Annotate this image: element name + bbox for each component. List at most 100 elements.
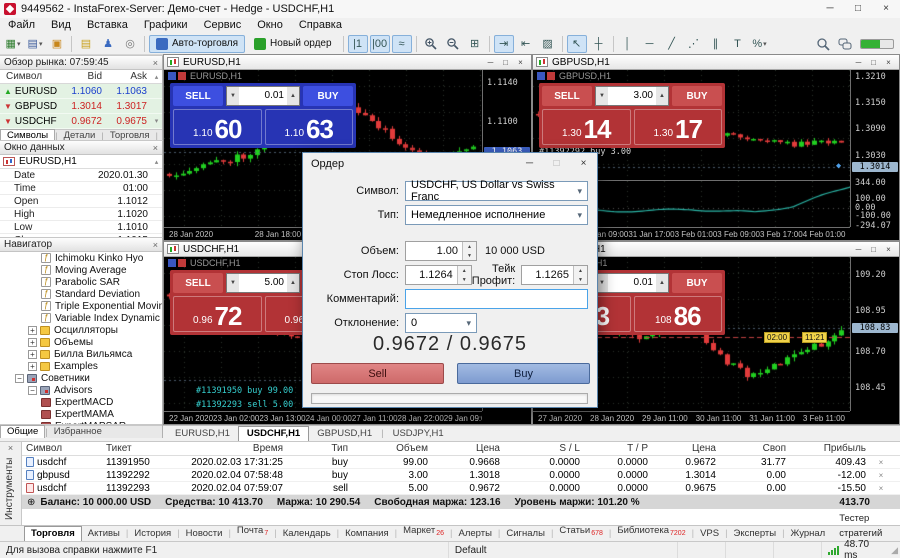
spin-down-icon[interactable]: ▼ — [463, 251, 476, 260]
data-window-symbol-row[interactable]: EURUSD,H1▴ — [0, 155, 162, 169]
terminal-tab-2[interactable]: Активы — [82, 527, 126, 541]
terminal-row[interactable]: gbpusd113922922020.02.04 07:58:48buy3.00… — [22, 469, 900, 482]
minimize-icon[interactable]: ─ — [816, 0, 844, 18]
close-position-icon[interactable]: × — [870, 484, 892, 493]
spin-down-icon[interactable]: ▼ — [574, 275, 587, 284]
navigator-item[interactable]: +Объемы — [0, 336, 162, 348]
strategy-tester-link[interactable]: Тестер стратегий — [831, 511, 900, 541]
dialog-minimize-icon[interactable]: ─ — [516, 153, 543, 175]
buy-price[interactable]: 1.1063 — [265, 109, 354, 145]
terminal-tab-6[interactable]: Календарь — [277, 527, 337, 541]
fibonacci-icon[interactable]: ⋰ — [684, 35, 704, 53]
col-header[interactable]: S / L — [504, 443, 584, 454]
spin-up-icon[interactable]: ▲ — [458, 266, 471, 275]
plus-circle-icon[interactable]: ⊕ — [27, 497, 35, 508]
close-icon[interactable]: × — [513, 58, 528, 67]
minimize-icon[interactable]: ─ — [483, 58, 498, 67]
sell-price[interactable]: 1.1060 — [173, 109, 262, 145]
terminal-tab-5[interactable]: Почта7 — [231, 524, 274, 541]
terminal-tab-4[interactable]: Новости — [180, 527, 229, 541]
terminal-tab-3[interactable]: История — [128, 527, 177, 541]
navigator-item[interactable]: +Examples — [0, 360, 162, 372]
volume-stepper[interactable]: ▼5.00▲ — [226, 273, 300, 293]
horizontal-line-icon[interactable]: ─ — [640, 35, 660, 53]
col-header[interactable]: Прибыль — [790, 443, 870, 454]
shapes-icon[interactable]: %▾ — [750, 35, 770, 53]
volume-stepper[interactable]: ▼0.01▲ — [226, 86, 300, 106]
comment-input[interactable] — [405, 289, 588, 309]
terminal-tab-8[interactable]: Маркет26 — [397, 524, 450, 541]
menu-insert[interactable]: Вставка — [79, 18, 136, 33]
chart-title-bar[interactable]: GBPUSD,H1─□× — [533, 55, 899, 70]
market-watch-row[interactable]: ▲EURUSD1.10601.1063 — [0, 84, 162, 99]
menu-view[interactable]: Вид — [43, 18, 79, 33]
market-watch-tab-3[interactable]: Торговля — [104, 130, 156, 140]
volume-down-icon[interactable]: ▼ — [227, 87, 239, 105]
order-dialog-title-bar[interactable]: Ордер ─ □ × — [303, 153, 597, 175]
col-header[interactable]: Время — [157, 443, 287, 454]
terminal-tab-14[interactable]: Эксперты — [728, 527, 783, 541]
maximize-icon[interactable]: □ — [844, 0, 872, 18]
templates-icon[interactable]: ▨ — [538, 35, 558, 53]
col-header[interactable]: Объем — [352, 443, 432, 454]
navigator-item[interactable]: ƒIchimoku Kinko Hyo — [0, 252, 162, 264]
minimize-icon[interactable]: ─ — [851, 245, 866, 254]
close-icon[interactable]: × — [881, 245, 896, 254]
navigator-tab-2[interactable]: Избранное — [48, 426, 108, 438]
sell-button[interactable]: Sell — [311, 363, 444, 384]
terminal-tab-13[interactable]: VPS — [694, 527, 725, 541]
market-watch-row[interactable]: ▼GBPUSD1.30141.3017 — [0, 99, 162, 114]
terminal-row[interactable]: usdchf113919502020.02.03 17:31:25buy99.0… — [22, 456, 900, 469]
deviation-select[interactable]: 0 ▾ — [405, 313, 477, 333]
terminal-tab-12[interactable]: Библиотека7202 — [611, 524, 691, 541]
buy-price[interactable]: 10886 — [634, 296, 723, 332]
status-profile[interactable]: Default — [449, 542, 678, 558]
scroll-up-icon[interactable]: ▴ — [151, 158, 162, 166]
sell-button[interactable]: SELL — [173, 86, 223, 106]
buy-button[interactable]: Buy — [457, 363, 590, 384]
terminal-tab-11[interactable]: Статьи678 — [553, 524, 608, 541]
volume-up-icon[interactable]: ▲ — [656, 87, 668, 105]
close-position-icon[interactable]: × — [870, 471, 892, 480]
navigator-item[interactable]: ExpertMAMA — [0, 408, 162, 420]
terminal-tab-9[interactable]: Алерты — [453, 527, 498, 541]
type-select[interactable]: Немедленное исполнение ▾ — [405, 205, 588, 225]
profiles-icon[interactable]: ▤▾ — [25, 35, 45, 53]
buy-button[interactable]: BUY — [672, 86, 722, 106]
navigator-item[interactable]: ƒVariable Index Dynamic A — [0, 312, 162, 324]
close-icon[interactable]: × — [153, 240, 158, 250]
line-mode-icon[interactable]: ≈ — [392, 35, 412, 53]
maximize-icon[interactable]: □ — [866, 58, 881, 67]
menu-tools[interactable]: Сервис — [196, 18, 250, 33]
col-header[interactable]: Цена — [652, 443, 720, 454]
time-axis[interactable]: 22 Jan 202023 Jan 02:0023 Jan 13:0024 Ja… — [164, 411, 482, 424]
volume-up-icon[interactable]: ▲ — [287, 87, 299, 105]
new-order-button[interactable]: Новый ордер — [247, 35, 339, 53]
volume-spinner[interactable]: ▲ ▼ — [462, 242, 476, 260]
volume-up-icon[interactable]: ▲ — [287, 274, 299, 292]
chart-shift-icon[interactable]: ⇥ — [494, 35, 514, 53]
zoom-in-icon[interactable] — [421, 35, 441, 53]
menu-window[interactable]: Окно — [249, 18, 291, 33]
sell-button[interactable]: SELL — [173, 273, 223, 293]
symbol-select[interactable]: USDCHF, US Dollar vs Swiss Franc ▾ — [405, 181, 588, 201]
time-axis[interactable]: 27 Jan 202028 Jan 202029 Jan 11:0030 Jan… — [533, 411, 850, 424]
bars-mode-icon[interactable]: |1 — [348, 35, 368, 53]
close-position-icon[interactable]: × — [870, 458, 892, 467]
close-icon[interactable]: × — [872, 0, 900, 18]
spin-up-icon[interactable]: ▲ — [574, 266, 587, 275]
tile-windows-icon[interactable]: ⊞ — [465, 35, 485, 53]
navigator-tab-1[interactable]: Общие — [0, 425, 45, 438]
stop-loss-spinner[interactable]: ▲ ▼ — [457, 266, 471, 284]
candles-mode-icon[interactable]: |00 — [370, 35, 390, 53]
vertical-line-icon[interactable]: │ — [618, 35, 638, 53]
collapse-icon[interactable]: − — [28, 386, 37, 395]
terminal-close-icon[interactable]: × — [0, 442, 21, 454]
time-flag[interactable]: 02:00 — [764, 332, 790, 343]
text-tool-icon[interactable]: T — [728, 35, 748, 53]
spin-up-icon[interactable]: ▲ — [463, 242, 476, 251]
navigator-item[interactable]: ExpertMACD — [0, 396, 162, 408]
volume-stepper[interactable]: ▼3.00▲ — [595, 86, 669, 106]
autotrading-button[interactable]: Авто-торговля — [149, 35, 245, 53]
market-watch-tab-2[interactable]: Детали — [58, 130, 102, 140]
